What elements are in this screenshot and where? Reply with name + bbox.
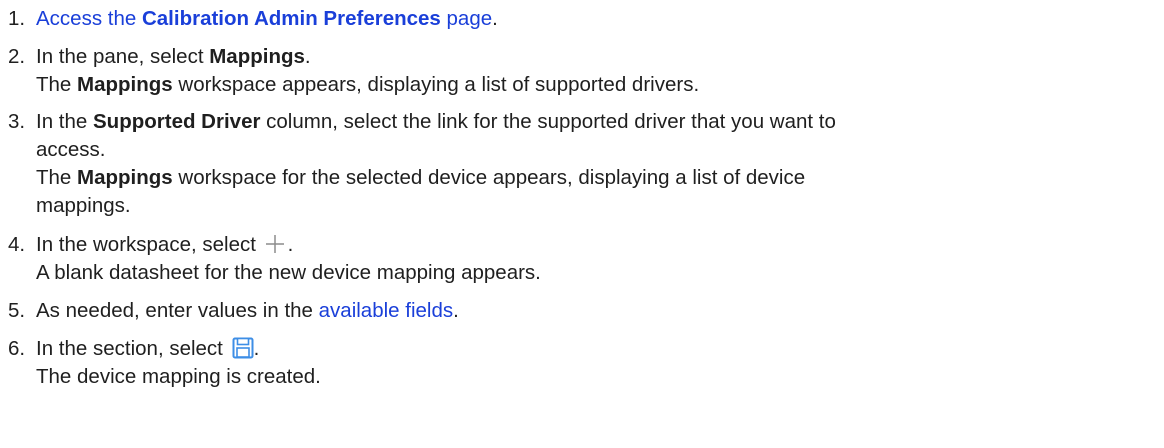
step-instruction: As needed, enter values in the available…	[36, 297, 1164, 325]
step-instruction: In the workspace, select .	[36, 231, 1164, 259]
step-number: 6.	[8, 337, 26, 360]
step-result: The Mappings workspace appears, displayi…	[36, 71, 1164, 99]
step-number: 5.	[8, 299, 26, 322]
step-instruction-continued: access.	[36, 138, 106, 161]
step-instruction: In the Supported Driver column, select t…	[36, 108, 1164, 136]
link-bold-text: Calibration Admin Preferences	[141, 7, 441, 30]
instruction-text-end: .	[287, 233, 294, 256]
link-suffix: page	[440, 7, 493, 30]
procedure-steps: 1. Access the Calibration Admin Preferen…	[0, 0, 1164, 391]
instruction-text: In the section, select	[36, 337, 229, 360]
ui-term: Mappings	[77, 166, 173, 189]
step-1: 1. Access the Calibration Admin Preferen…	[0, 5, 1164, 33]
result-text: The	[36, 166, 78, 189]
instruction-text: As needed, enter values in the	[36, 299, 319, 322]
step-instruction: In the pane, select Mappings.	[36, 43, 1164, 71]
available-fields-link[interactable]: available fields	[319, 299, 453, 322]
step-result: The device mapping is created.	[36, 365, 321, 388]
step-result-continued: mappings.	[36, 194, 131, 217]
step-result: A blank datasheet for the new device map…	[36, 261, 541, 284]
step-number: 1.	[8, 7, 26, 30]
result-text-end: workspace for the selected device appear…	[172, 166, 806, 189]
step-number: 3.	[8, 110, 26, 133]
instruction-text-end: .	[304, 45, 311, 68]
save-icon[interactable]	[232, 337, 254, 359]
instruction-text: In the	[36, 110, 93, 133]
ui-term: Mappings	[209, 45, 305, 68]
instruction-text-end: .	[453, 299, 459, 322]
plus-icon[interactable]	[265, 234, 285, 254]
result-text-end: workspace appears, displaying a list of …	[172, 73, 700, 96]
calibration-admin-preferences-link[interactable]: Access the Calibration Admin Preferences…	[36, 7, 492, 30]
ui-term: Mappings	[77, 73, 173, 96]
step-2: 2. In the pane, select Mappings. The Map…	[0, 43, 1164, 99]
step-end-punct: .	[492, 7, 498, 30]
link-prefix: Access the	[36, 7, 142, 30]
instruction-text: In the pane, select	[36, 45, 210, 68]
result-text: The	[36, 73, 78, 96]
step-number: 2.	[8, 45, 26, 68]
step-6: 6. In the section, select . The device m…	[0, 335, 1164, 391]
instruction-text-end: column, select the link for the supporte…	[260, 110, 836, 133]
step-instruction: In the section, select .	[36, 335, 1164, 363]
ui-term: Supported Driver	[93, 110, 261, 133]
step-number: 4.	[8, 233, 26, 256]
step-result: The Mappings workspace for the selected …	[36, 164, 1164, 192]
step-5: 5. As needed, enter values in the availa…	[0, 297, 1164, 325]
step-3: 3. In the Supported Driver column, selec…	[0, 108, 1164, 220]
instruction-text-end: .	[253, 337, 260, 360]
instruction-text: In the workspace, select	[36, 233, 262, 256]
step-4: 4. In the workspace, select . A blank da…	[0, 231, 1164, 287]
